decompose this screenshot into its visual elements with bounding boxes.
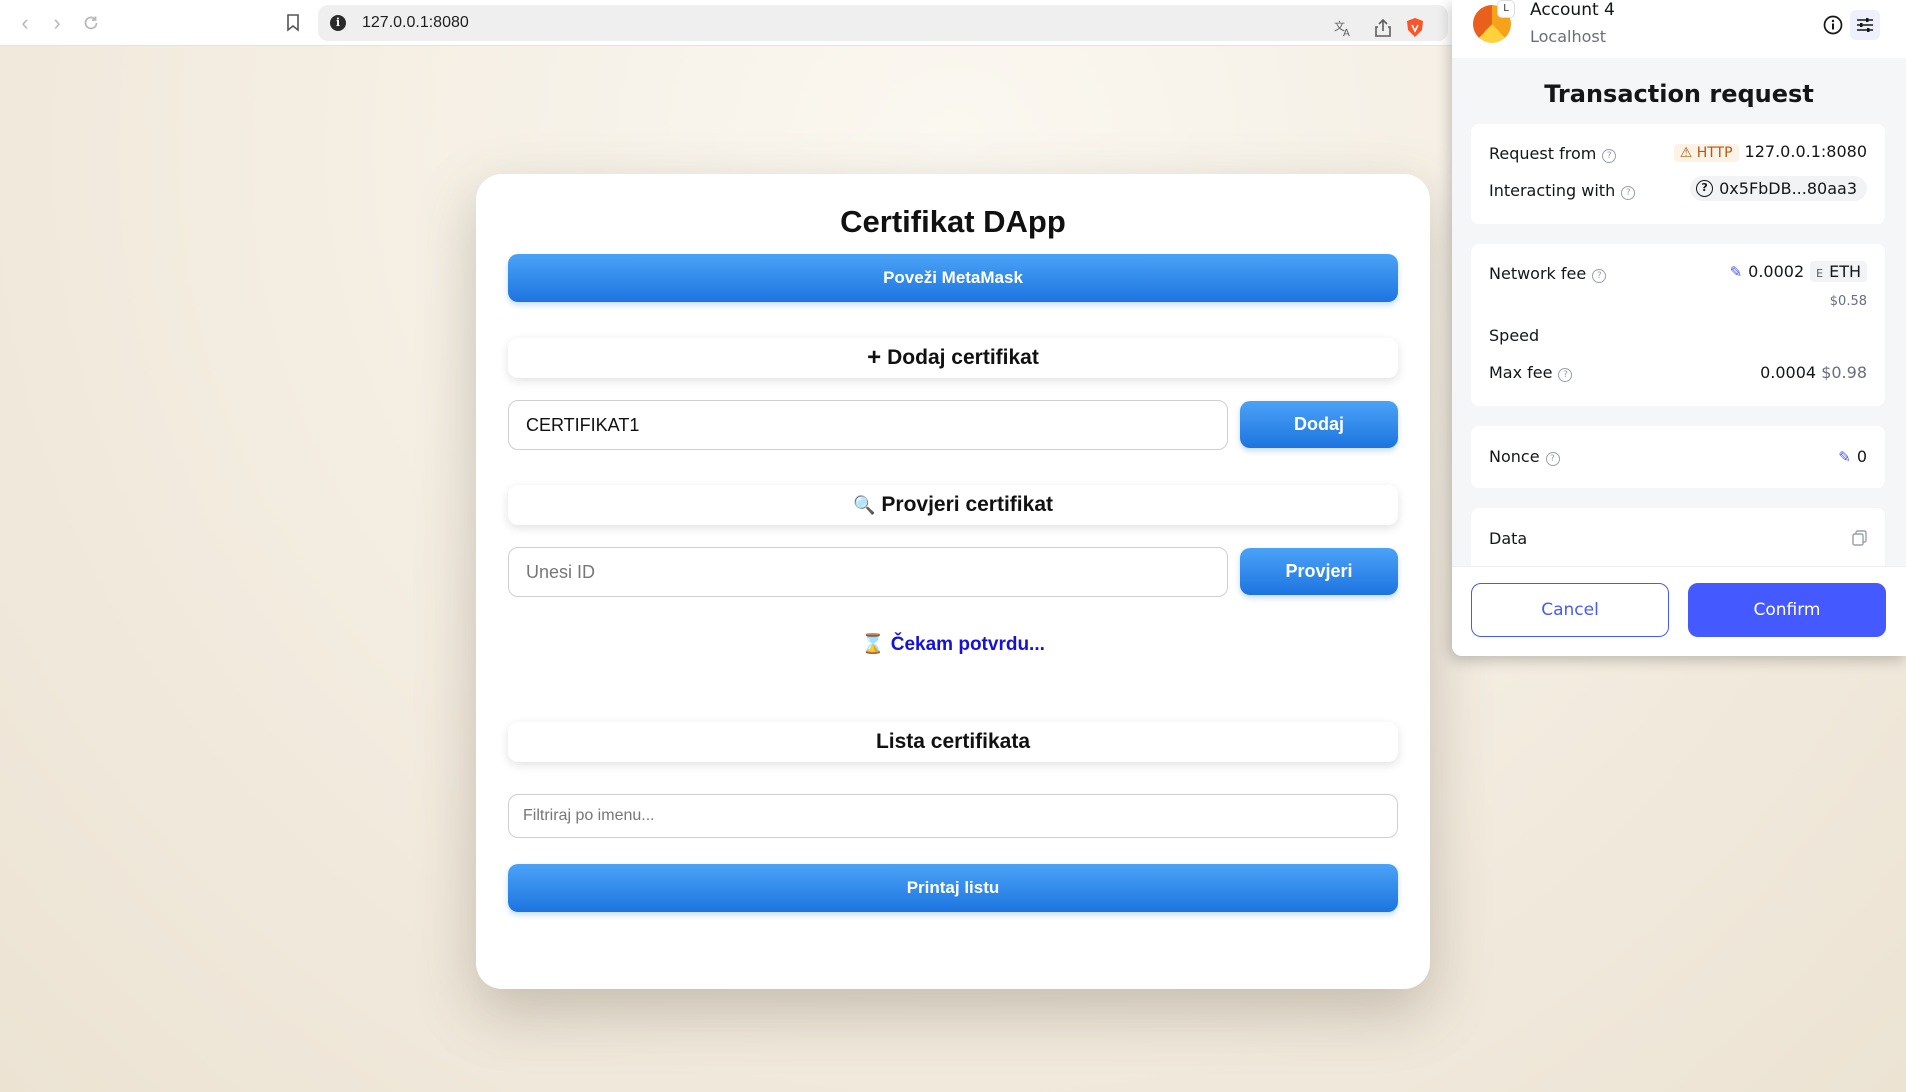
settings-sliders-icon[interactable] [1850,10,1880,40]
print-list-button[interactable]: Printaj listu [508,864,1398,912]
certificate-id-input[interactable] [508,547,1228,597]
page-title: Certifikat DApp [840,204,1066,239]
hourglass-icon: ⌛ [861,634,885,655]
edit-fee-icon[interactable]: ✎ [1730,263,1743,281]
reload-icon[interactable] [76,8,106,38]
address-bar[interactable]: i 127.0.0.1:8080 文A [318,5,1448,41]
url-text[interactable]: 127.0.0.1:8080 [362,14,469,32]
certificate-list-header: Lista certifikata [508,722,1398,762]
copy-icon[interactable] [1852,530,1867,550]
brave-shield-icon[interactable] [1402,15,1428,41]
fee-details-box: Network fee? ✎ 0.0002 E ETH $0.58 Speed Max… [1471,244,1885,406]
certificate-list-title: Lista certifikata [875,730,1031,753]
connect-metamask-button[interactable]: Poveži MetaMask [508,254,1398,302]
interacting-with-value[interactable]: ? 0x5FbDB...80aa3 [1690,176,1867,201]
confirm-button[interactable]: Confirm [1688,583,1886,637]
network-fee-fiat: $0.58 [1829,294,1867,309]
magnifier-icon: 🔍 [852,494,876,515]
translate-icon[interactable]: 文A [1330,15,1356,41]
request-details-box: Request from? ⚠ HTTP 127.0.0.1:8080 Inter… [1471,124,1885,224]
add-certificate-title: Dodaj certifikat [887,346,1039,369]
metamask-footer: Cancel Confirm [1452,566,1906,656]
dapp-card: Certifikat DApp Poveži MetaMask + Dodaj … [476,174,1430,989]
add-certificate-header: + Dodaj certifikat [508,338,1398,378]
transaction-request-title: Transaction request [1544,80,1814,108]
contract-address: 0x5FbDB...80aa3 [1719,179,1857,198]
help-icon[interactable]: ? [1621,186,1636,200]
bookmark-icon[interactable] [280,10,306,36]
svg-text:A: A [1343,28,1350,38]
nonce-box: Nonce? ✎ 0 [1471,426,1885,488]
metamask-header: L Account 4 Localhost [1452,0,1906,58]
eth-icon: E [1816,267,1824,280]
network-name: Localhost [1530,27,1607,46]
network-badge: L [1497,0,1515,18]
help-icon[interactable]: ? [1558,368,1573,382]
metamask-popup: L Account 4 Localhost Transaction reques… [1452,0,1906,656]
verify-certificate-title: Provjeri certifikat [881,493,1053,516]
http-warning-badge: ⚠ HTTP [1673,144,1739,162]
interacting-with-label: Interacting with? [1489,181,1636,200]
verify-button[interactable]: Provjeri [1240,548,1398,595]
network-fee-value: ✎ 0.0002 E ETH [1730,261,1867,282]
warning-icon: ⚠ [1679,145,1693,161]
request-from-label: Request from? [1489,144,1617,163]
status-message: ⌛ Čekam potvrdu... [476,632,1430,656]
back-icon[interactable]: ‹ [10,8,40,38]
plus-icon: + [867,344,882,371]
forward-icon[interactable]: › [42,8,72,38]
info-icon[interactable] [1818,10,1848,40]
max-fee-value: 0.0004 $0.98 [1760,363,1867,382]
max-fee-label: Max fee? [1489,363,1573,382]
currency-chip: E ETH [1810,261,1867,282]
cancel-button[interactable]: Cancel [1471,583,1669,637]
help-icon[interactable]: ? [1592,269,1607,283]
filter-input[interactable] [508,794,1398,838]
help-icon[interactable]: ? [1545,452,1560,466]
certificate-name-input[interactable] [508,400,1228,450]
account-name[interactable]: Account 4 [1530,0,1615,20]
speed-label: Speed [1489,326,1540,345]
data-label: Data [1489,529,1528,548]
nonce-value: ✎ 0 [1838,447,1867,466]
unknown-contract-icon: ? [1696,180,1714,197]
request-from-value: ⚠ HTTP 127.0.0.1:8080 [1673,142,1867,162]
help-icon[interactable]: ? [1602,149,1617,163]
share-icon[interactable] [1370,15,1396,41]
site-info-icon[interactable]: i [330,15,346,31]
verify-certificate-header: 🔍 Provjeri certifikat [508,485,1398,525]
status-text: Čekam potvrdu... [890,634,1045,655]
nonce-label: Nonce? [1489,447,1560,466]
add-button[interactable]: Dodaj [1240,401,1398,448]
edit-nonce-icon[interactable]: ✎ [1838,448,1851,466]
network-fee-label: Network fee? [1489,264,1607,283]
